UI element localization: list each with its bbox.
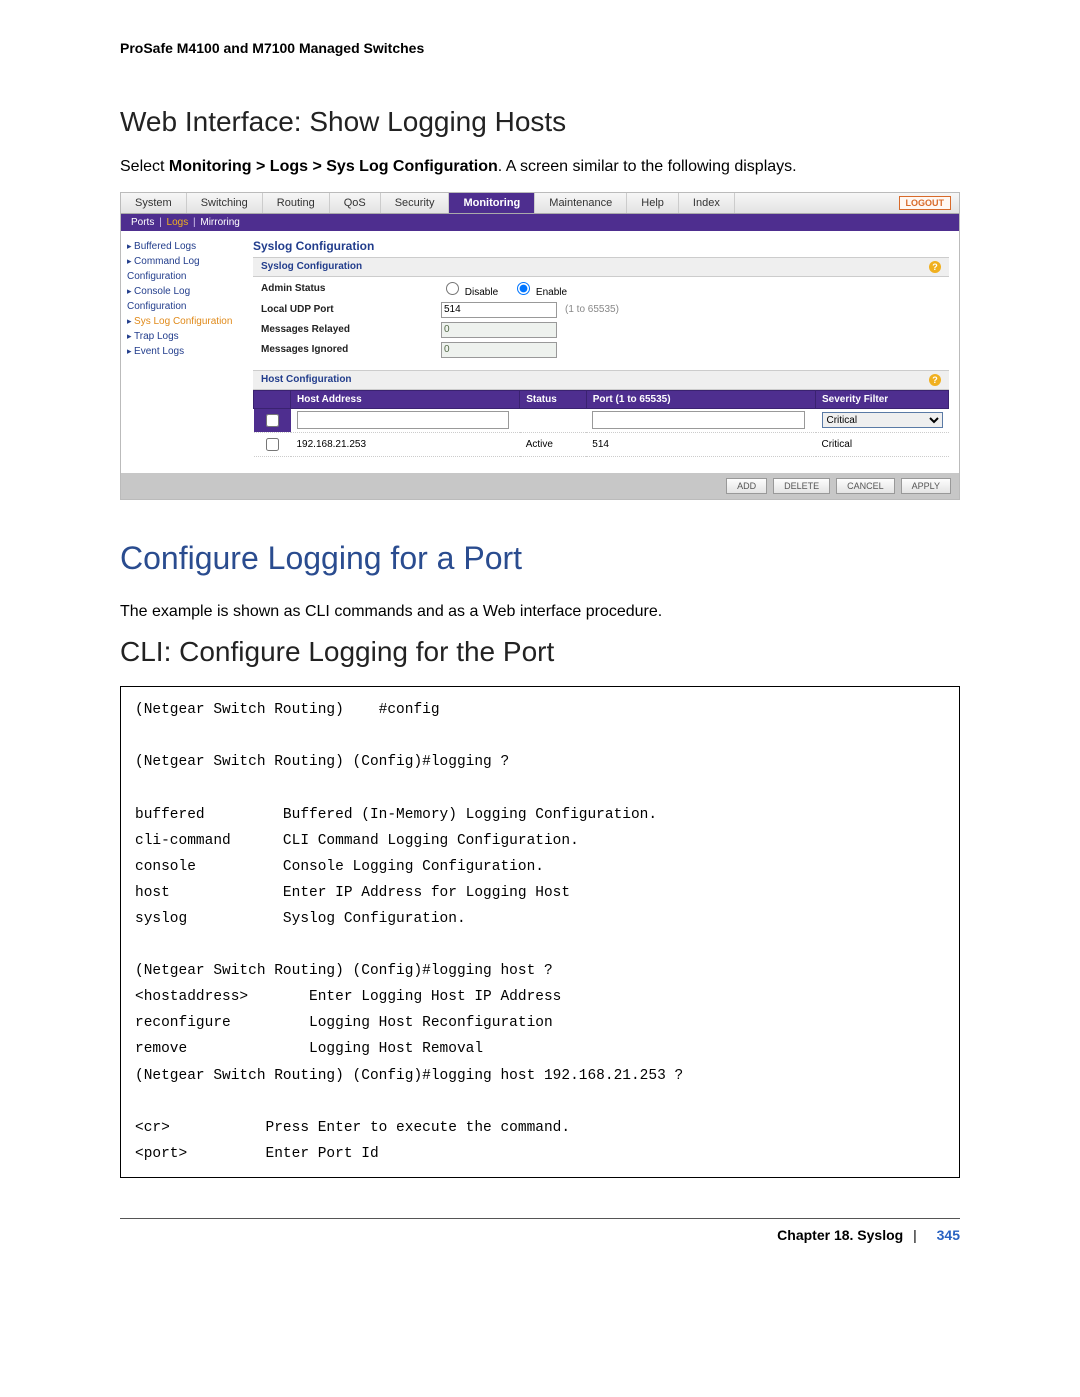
messages-relayed-label: Messages Relayed — [261, 324, 441, 335]
cell-status: Active — [520, 432, 587, 456]
help-icon[interactable]: ? — [929, 374, 941, 386]
top-tabs: System Switching Routing QoS Security Mo… — [121, 193, 959, 214]
cell-severity: Critical — [816, 432, 949, 456]
running-header: ProSafe M4100 and M7100 Managed Switches — [120, 40, 960, 56]
table-row-new: Critical — [254, 408, 949, 432]
messages-relayed-value — [441, 322, 557, 338]
subnav-logs[interactable]: Logs — [167, 217, 189, 228]
web-intro-pre: Select — [120, 158, 169, 175]
apply-button[interactable]: APPLY — [901, 478, 951, 494]
page-footer: Chapter 18. Syslog | 345 — [120, 1218, 960, 1243]
cli-output-box: (Netgear Switch Routing) #config (Netgea… — [120, 686, 960, 1178]
col-status: Status — [520, 390, 587, 408]
sidebar-item-console-log-config[interactable]: Console Log Configuration — [127, 284, 247, 314]
delete-button[interactable]: DELETE — [773, 478, 830, 494]
col-host-address: Host Address — [291, 390, 520, 408]
left-sidebar: Buffered Logs Command Log Configuration … — [121, 231, 253, 473]
cancel-button[interactable]: CANCEL — [836, 478, 895, 494]
subnav-ports[interactable]: Ports — [131, 217, 154, 228]
tab-routing[interactable]: Routing — [263, 193, 330, 213]
section-header-host: Host Configuration ? — [253, 370, 949, 390]
subnav-mirroring[interactable]: Mirroring — [200, 217, 239, 228]
local-udp-port-hint: (1 to 65535) — [565, 304, 619, 315]
admin-status-enable[interactable]: Enable — [512, 279, 567, 298]
sidebar-item-trap-logs[interactable]: Trap Logs — [127, 329, 247, 344]
tab-monitoring[interactable]: Monitoring — [449, 193, 535, 213]
cell-port: 514 — [586, 432, 815, 456]
row-check-new[interactable] — [266, 414, 279, 427]
col-port: Port (1 to 65535) — [586, 390, 815, 408]
section-header-syslog-label: Syslog Configuration — [261, 261, 362, 273]
sub-nav: Ports | Logs | Mirroring — [121, 214, 959, 231]
major-heading: Configure Logging for a Port — [120, 540, 960, 577]
major-intro: The example is shown as CLI commands and… — [120, 601, 960, 623]
add-button[interactable]: ADD — [726, 478, 767, 494]
tab-system[interactable]: System — [121, 193, 187, 213]
cell-host: 192.168.21.253 — [291, 432, 520, 456]
table-row: 192.168.21.253 Active 514 Critical — [254, 432, 949, 456]
new-port-input[interactable] — [592, 411, 804, 429]
new-status — [520, 408, 587, 432]
web-intro-post: . A screen similar to the following disp… — [498, 158, 797, 175]
tab-index[interactable]: Index — [679, 193, 735, 213]
help-icon[interactable]: ? — [929, 261, 941, 273]
tab-qos[interactable]: QoS — [330, 193, 381, 213]
host-config-table: Host Address Status Port (1 to 65535) Se… — [253, 390, 949, 457]
block-title-syslog: Syslog Configuration — [253, 239, 949, 253]
local-udp-port-input[interactable] — [441, 302, 557, 318]
logout-button[interactable]: LOGOUT — [899, 196, 952, 210]
tab-switching[interactable]: Switching — [187, 193, 263, 213]
section-heading-cli: CLI: Configure Logging for the Port — [120, 636, 960, 668]
sidebar-item-event-logs[interactable]: Event Logs — [127, 344, 247, 359]
sidebar-item-sys-log-config[interactable]: Sys Log Configuration — [127, 314, 247, 329]
col-check — [254, 390, 291, 408]
cli-output: (Netgear Switch Routing) #config (Netgea… — [135, 697, 945, 1167]
sidebar-item-buffered-logs[interactable]: Buffered Logs — [127, 239, 247, 254]
web-intro: Select Monitoring > Logs > Sys Log Confi… — [120, 156, 960, 178]
section-header-syslog: Syslog Configuration ? — [253, 257, 949, 277]
screenshot-syslog-config: System Switching Routing QoS Security Mo… — [120, 192, 960, 500]
col-severity: Severity Filter — [816, 390, 949, 408]
messages-ignored-value — [441, 342, 557, 358]
tab-security[interactable]: Security — [381, 193, 450, 213]
sidebar-item-command-log-config[interactable]: Command Log Configuration — [127, 254, 247, 284]
action-bar: ADD DELETE CANCEL APPLY — [121, 473, 959, 499]
row-check[interactable] — [266, 438, 279, 451]
new-host-input[interactable] — [297, 411, 509, 429]
section-heading-web: Web Interface: Show Logging Hosts — [120, 106, 960, 138]
web-intro-nav: Monitoring > Logs > Sys Log Configuratio… — [169, 158, 498, 175]
admin-status-disable[interactable]: Disable — [441, 279, 498, 298]
section-header-host-label: Host Configuration — [261, 374, 352, 386]
local-udp-port-label: Local UDP Port — [261, 304, 441, 315]
footer-chapter: Chapter 18. Syslog — [777, 1227, 903, 1243]
tab-help[interactable]: Help — [627, 193, 679, 213]
new-severity-select[interactable]: Critical — [822, 412, 943, 428]
footer-page-number: 345 — [937, 1227, 960, 1243]
messages-ignored-label: Messages Ignored — [261, 344, 441, 355]
admin-status-label: Admin Status — [261, 283, 441, 294]
tab-maintenance[interactable]: Maintenance — [535, 193, 627, 213]
